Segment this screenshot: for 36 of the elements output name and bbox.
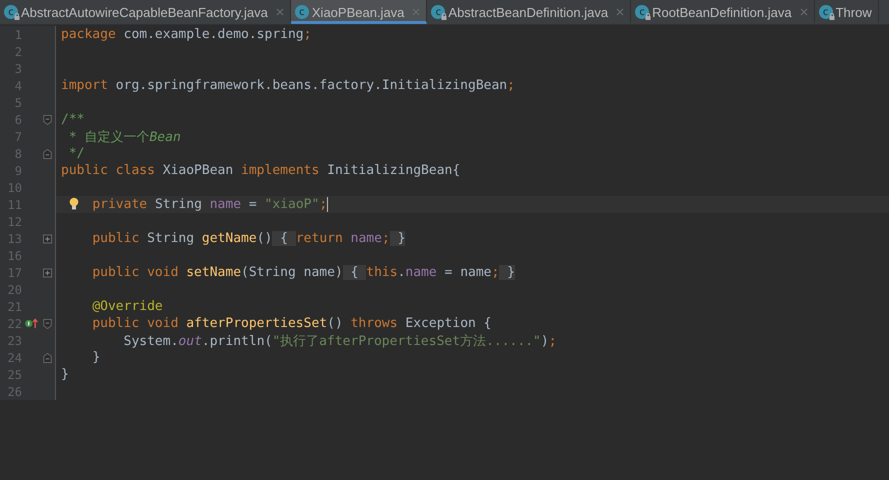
override-marker-icon[interactable] xyxy=(24,318,38,329)
code-line: import org.springframework.beans.factory.InitializingBean; xyxy=(61,78,515,93)
editor-tab[interactable]: c XiaoPBean.java xyxy=(290,0,428,24)
code-line: package com.example.demo.spring; xyxy=(61,27,312,42)
code-line: public void setName(String name) { this.name = name; } xyxy=(92,265,515,280)
close-icon[interactable] xyxy=(616,8,624,16)
fold-icon[interactable] xyxy=(42,148,52,158)
code-line: public void afterPropertiesSet() throws Exception { xyxy=(92,316,492,331)
fold-icon[interactable] xyxy=(42,352,52,362)
editor-tab[interactable]: c AbstractAutowireCapableBeanFactory.java xyxy=(0,0,291,24)
code-line: public String getName() { return name; } xyxy=(92,231,406,246)
code-line: } xyxy=(92,350,100,365)
expand-icon[interactable] xyxy=(42,268,52,278)
editor-tab[interactable]: c AbstractBeanDefinition.java xyxy=(427,0,632,24)
fold-icon[interactable] xyxy=(42,318,52,328)
code-line: System.out.println("执行了afterPropertiesSet方法......"); xyxy=(124,332,557,350)
close-icon[interactable] xyxy=(800,8,808,16)
code-line: /** xyxy=(61,112,84,127)
class-icon: c xyxy=(294,5,309,19)
close-icon[interactable] xyxy=(276,8,284,16)
editor-tab[interactable]: c RootBeanDefinition.java xyxy=(631,0,815,24)
code-line: } xyxy=(61,367,69,382)
class-icon: c xyxy=(4,5,18,19)
close-icon[interactable] xyxy=(412,8,420,16)
code-line: */ xyxy=(68,146,84,161)
class-icon: c xyxy=(635,5,650,19)
class-icon: c xyxy=(818,5,833,19)
lightbulb-icon[interactable] xyxy=(69,197,79,211)
fold-icon[interactable] xyxy=(42,114,52,124)
code-line: * 自定义一个Bean xyxy=(68,128,181,146)
code-line: private String name = "xiaoP"; xyxy=(92,197,328,212)
class-icon: c xyxy=(431,5,446,19)
editor-tab[interactable]: c Throw xyxy=(814,0,879,24)
code-line: @Override xyxy=(92,299,163,314)
expand-icon[interactable] xyxy=(42,234,52,244)
code-line: public class XiaoPBean implements InitializingBean{ xyxy=(61,163,460,178)
